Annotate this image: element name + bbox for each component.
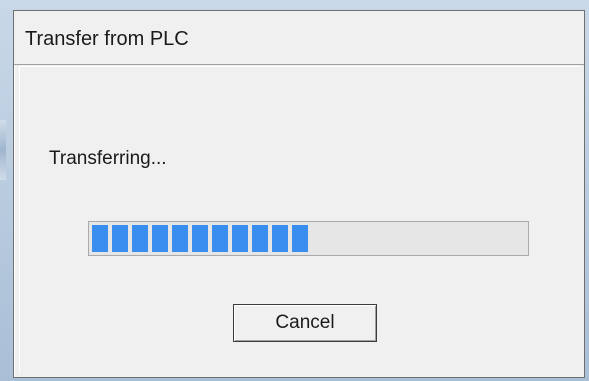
- progress-bar: [88, 221, 529, 256]
- status-text: Transferring...: [49, 148, 167, 169]
- cancel-button[interactable]: Cancel: [233, 304, 377, 342]
- progress-fill: [92, 225, 308, 252]
- dialog-title: Transfer from PLC: [25, 28, 189, 50]
- transfer-dialog: Transfer from PLC Transferring... Cancel: [13, 10, 585, 378]
- dialog-client-area: Transferring... Cancel: [19, 66, 580, 372]
- background-window-edge: [0, 120, 6, 180]
- title-bar[interactable]: Transfer from PLC: [14, 11, 584, 65]
